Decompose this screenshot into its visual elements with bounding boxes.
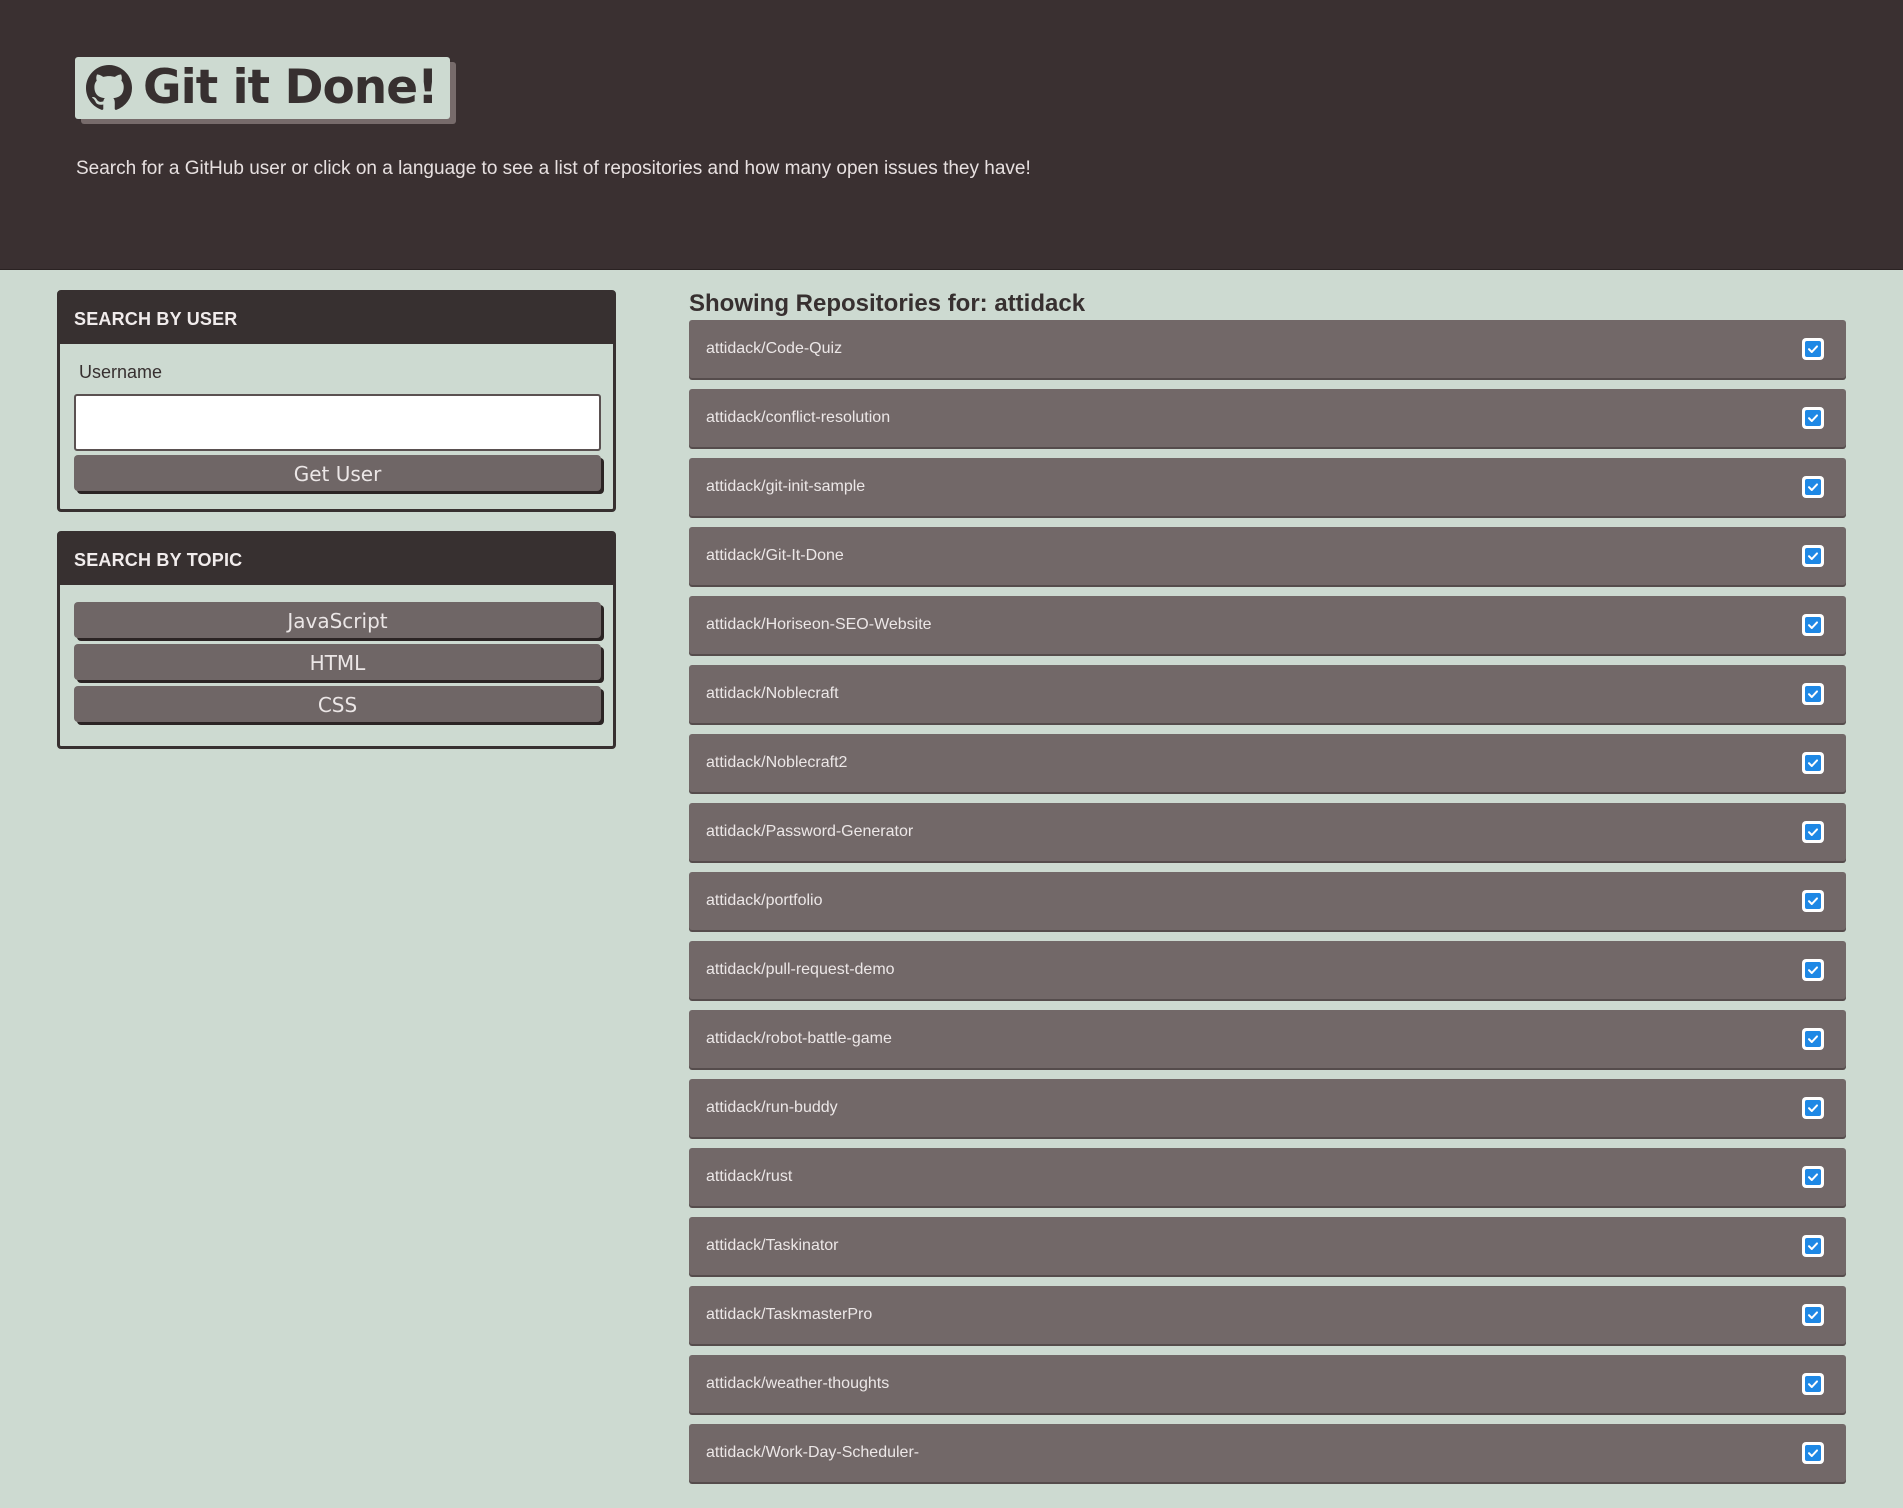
check-square-icon (1802, 683, 1824, 705)
repo-name: attidack/Horiseon-SEO-Website (706, 616, 932, 633)
repo-item[interactable]: attidack/Horiseon-SEO-Website (689, 596, 1846, 654)
check-square-icon (1802, 890, 1824, 912)
check-square-icon (1802, 752, 1824, 774)
brand-logo: Git it Done! (75, 57, 450, 119)
repo-item[interactable]: attidack/robot-battle-game (689, 1010, 1846, 1068)
repo-name: attidack/git-init-sample (706, 478, 866, 495)
check-square-icon (1802, 476, 1824, 498)
repo-name: attidack/TaskmasterPro (706, 1306, 873, 1323)
repo-name: attidack/rust (706, 1168, 793, 1185)
repo-item[interactable]: attidack/run-buddy (689, 1079, 1846, 1137)
repo-name: attidack/conflict-resolution (706, 409, 891, 426)
check-square-icon (1802, 614, 1824, 636)
app-title: Git it Done! (143, 60, 439, 115)
repo-item[interactable]: attidack/pull-request-demo (689, 941, 1846, 999)
check-square-icon (1802, 959, 1824, 981)
check-square-icon (1802, 338, 1824, 360)
repo-item[interactable]: attidack/Work-Day-Scheduler- (689, 1424, 1846, 1482)
repo-name: attidack/Taskinator (706, 1237, 839, 1254)
repo-item[interactable]: attidack/portfolio (689, 872, 1846, 930)
repo-item[interactable]: attidack/Password-Generator (689, 803, 1846, 861)
check-square-icon (1802, 1235, 1824, 1257)
check-square-icon (1802, 1304, 1824, 1326)
check-square-icon (1802, 1028, 1824, 1050)
page-header: Git it Done! Search for a GitHub user or… (0, 0, 1903, 270)
github-icon (85, 64, 133, 112)
repo-name: attidack/run-buddy (706, 1099, 838, 1116)
results-title: Showing Repositories for: attidack (689, 290, 1086, 317)
check-square-icon (1802, 1373, 1824, 1395)
topic-button-css[interactable]: CSS (74, 686, 601, 722)
topic-button-javascript[interactable]: JavaScript (74, 602, 601, 638)
repo-item[interactable]: attidack/rust (689, 1148, 1846, 1206)
repo-item[interactable]: attidack/Taskinator (689, 1217, 1846, 1275)
get-user-button[interactable]: Get User (74, 455, 601, 491)
repo-name: attidack/Code-Quiz (706, 340, 843, 357)
repo-item[interactable]: attidack/git-init-sample (689, 458, 1846, 516)
search-by-user-card: SEARCH BY USER Username Get User (57, 290, 616, 512)
repo-item[interactable]: attidack/conflict-resolution (689, 389, 1846, 447)
repo-name: attidack/weather-thoughts (706, 1375, 890, 1392)
check-square-icon (1802, 821, 1824, 843)
repo-item[interactable]: attidack/Noblecraft (689, 665, 1846, 723)
check-square-icon (1802, 1097, 1824, 1119)
repo-item[interactable]: attidack/Noblecraft2 (689, 734, 1846, 792)
repo-name: attidack/portfolio (706, 892, 823, 909)
repo-name: attidack/pull-request-demo (706, 961, 895, 978)
repo-item[interactable]: attidack/Code-Quiz (689, 320, 1846, 378)
check-square-icon (1802, 545, 1824, 567)
check-square-icon (1802, 407, 1824, 429)
repo-name: attidack/Work-Day-Scheduler- (706, 1444, 920, 1461)
repo-item[interactable]: attidack/weather-thoughts (689, 1355, 1846, 1413)
topic-button-html[interactable]: HTML (74, 644, 601, 680)
repo-name: attidack/Git-It-Done (706, 547, 844, 564)
username-input[interactable] (74, 394, 601, 451)
repo-item[interactable]: attidack/Git-It-Done (689, 527, 1846, 585)
username-label: Username (79, 362, 163, 382)
app-subtitle: Search for a GitHub user or click on a l… (76, 158, 1031, 179)
check-square-icon (1802, 1442, 1824, 1464)
check-square-icon (1802, 1166, 1824, 1188)
repo-item[interactable]: attidack/TaskmasterPro (689, 1286, 1846, 1344)
search-by-user-heading: SEARCH BY USER (60, 293, 613, 344)
search-by-topic-heading: SEARCH BY TOPIC (60, 534, 613, 585)
search-by-topic-card: SEARCH BY TOPIC JavaScript HTML CSS (57, 531, 616, 749)
repo-name: attidack/Noblecraft2 (706, 754, 848, 771)
repo-name: attidack/Password-Generator (706, 823, 914, 840)
repo-name: attidack/robot-battle-game (706, 1030, 892, 1047)
repo-name: attidack/Noblecraft (706, 685, 839, 702)
repo-list: attidack/Code-Quiz attidack/conflict-reso… (689, 320, 1846, 1493)
